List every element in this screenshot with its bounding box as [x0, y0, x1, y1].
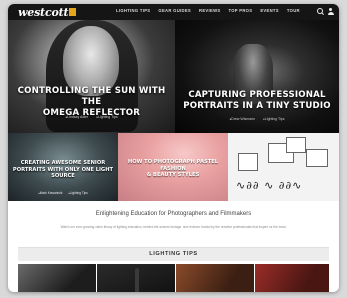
frame-shape	[238, 153, 258, 171]
site-description: Watch our ever-growing video library of …	[60, 225, 287, 229]
nav-item-reviews[interactable]: REVIEWS	[199, 8, 220, 13]
featured-post-title-line-2: PORTRAITS IN A TINY STUDIO	[183, 101, 331, 111]
search-icon[interactable]	[317, 8, 323, 14]
main-menu: LIGHTING TIPS GEAR GUIDES REVIEWS TOP PR…	[116, 8, 300, 13]
post-author[interactable]: Mark Kawanishi	[38, 191, 63, 195]
frame-shape	[286, 137, 306, 153]
post-category[interactable]: Lighting Tips	[68, 191, 88, 195]
decorative-script-shape: ∿∂∂ ∿ ∂∂∿	[236, 179, 303, 192]
post-tile-pastel-fashion[interactable]: HOW TO PHOTOGRAPH PASTEL FASHION & BEAUT…	[118, 133, 228, 201]
westcott-logo[interactable]: westcott	[18, 6, 77, 19]
featured-post-tiny-studio[interactable]: CAPTURING PROFESSIONAL PORTRAITS IN A TI…	[175, 20, 339, 133]
top-navigation-bar: westcott LIGHTING TIPS GEAR GUIDES REVIE…	[8, 4, 339, 20]
section-title: LIGHTING TIPS	[149, 251, 198, 257]
nav-item-events[interactable]: EVENTS	[260, 8, 279, 13]
post-tile-title-line-1: HOW TO PHOTOGRAPH PASTEL FASHION	[127, 159, 219, 172]
post-tile-title[interactable]: CREATING AWESOME SENIOR PORTRAITS WITH O…	[10, 160, 116, 180]
post-tile-meta: Mark Kawanishi Lighting Tips	[8, 191, 118, 195]
post-tile-title-line-2: & BEAUTY STYLES	[146, 172, 200, 179]
post-tile-senior-portraits[interactable]: CREATING AWESOME SENIOR PORTRAITS WITH O…	[8, 133, 118, 201]
featured-post-title-line-1: CAPTURING PROFESSIONAL	[188, 90, 326, 100]
featured-post-meta: Lindsay Adler Lighting Tips	[8, 115, 175, 119]
post-category[interactable]: Lighting Tips	[96, 115, 118, 119]
featured-post-title[interactable]: CAPTURING PROFESSIONAL PORTRAITS IN A TI…	[175, 90, 339, 112]
post-tile-frames[interactable]: ∿∂∂ ∿ ∂∂∿	[228, 133, 339, 201]
featured-post-title-line-1: CONTROLLING THE SUN WITH THE	[17, 86, 166, 107]
nav-item-top-pros[interactable]: TOP PROS	[228, 8, 252, 13]
browser-page: westcott LIGHTING TIPS GEAR GUIDES REVIE…	[8, 4, 339, 292]
post-tile-title-line-1: CREATING AWESOME SENIOR	[20, 160, 106, 166]
bottle-shape	[135, 268, 139, 292]
site-tagline: Enlightening Education for Photographers…	[95, 211, 252, 217]
lighting-tips-thumbnail[interactable]	[97, 264, 175, 292]
user-icon[interactable]	[327, 8, 334, 16]
frame-shape	[306, 149, 328, 167]
logo-text: westcott	[18, 6, 69, 19]
lighting-tips-thumbnail[interactable]	[255, 264, 329, 292]
nav-item-gear-guides[interactable]: GEAR GUIDES	[158, 8, 191, 13]
post-tile-title-line-3: SOURCE	[51, 173, 75, 180]
section-header-lighting-tips: LIGHTING TIPS	[18, 247, 329, 261]
post-author[interactable]: Lindsay Adler	[65, 115, 88, 119]
nav-item-lighting-tips[interactable]: LIGHTING TIPS	[116, 8, 150, 13]
post-tile-title[interactable]: HOW TO PHOTOGRAPH PASTEL FASHION & BEAUT…	[120, 159, 226, 179]
logo-mark-icon	[69, 8, 77, 16]
lighting-tips-thumbnail[interactable]	[18, 264, 96, 292]
post-category[interactable]: Lighting Tips	[263, 117, 285, 121]
featured-post-omega-reflector[interactable]: CONTROLLING THE SUN WITH THE OMEGA REFLE…	[8, 20, 175, 133]
post-author[interactable]: Drew Wismann	[229, 117, 255, 121]
nav-item-tour[interactable]: TOUR	[287, 8, 300, 13]
featured-post-meta: Drew Wismann Lighting Tips	[175, 117, 339, 121]
lighting-tips-thumbnail[interactable]	[176, 264, 254, 292]
